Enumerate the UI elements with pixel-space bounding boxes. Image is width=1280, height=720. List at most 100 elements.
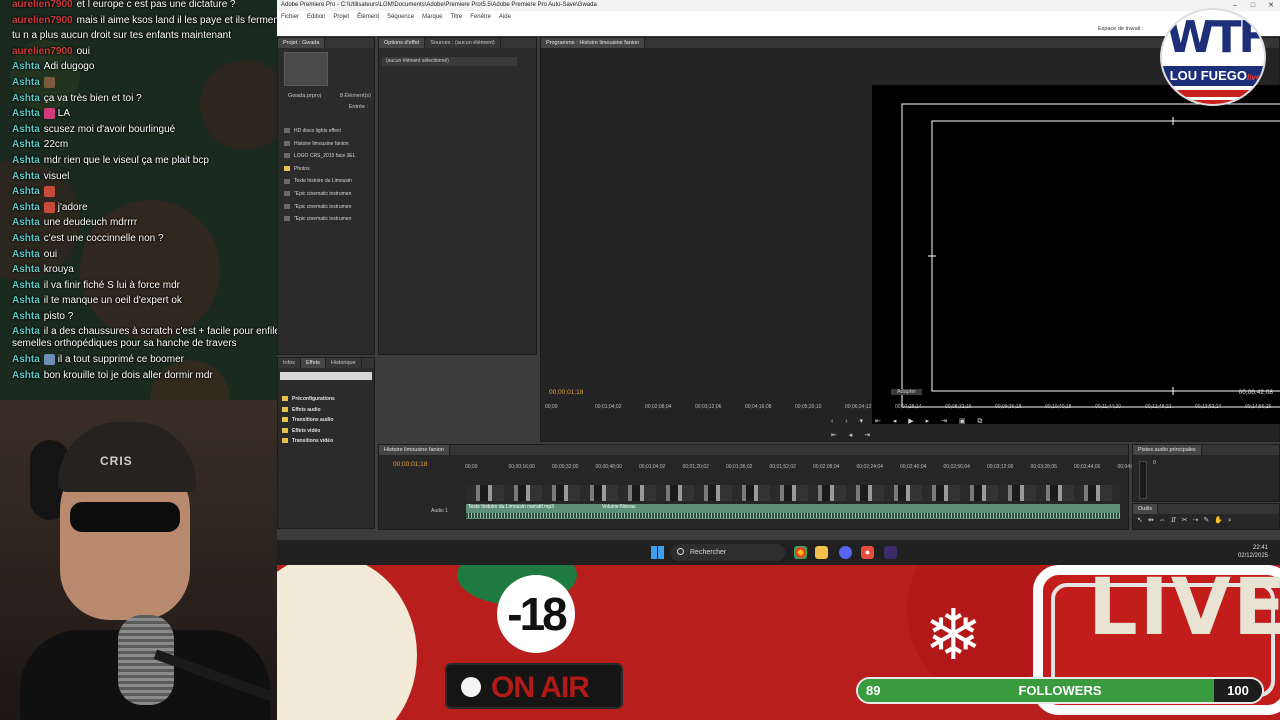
menu-item[interactable]: Marque (422, 11, 442, 23)
close-button[interactable]: ✕ (1262, 0, 1280, 11)
effects-folder[interactable]: Transitions vidéo (282, 438, 333, 444)
ruler-tick-label: 00;00;32;00 (552, 464, 579, 470)
chat-username[interactable]: Ashta (12, 155, 40, 166)
chat-username[interactable]: Ashta (12, 139, 40, 150)
project-item[interactable]: "Epic cinematic instrumen (284, 216, 351, 222)
ruler-tick-label: 00;03;12;06 (987, 464, 1014, 470)
program-timecode[interactable]: 00;00;01;18 (549, 389, 583, 396)
safe-margins (901, 103, 1280, 408)
file-explorer-icon[interactable] (815, 546, 828, 559)
panel-tab[interactable]: Options d'effet (379, 38, 426, 48)
chat-username[interactable]: Ashta (12, 295, 40, 306)
menu-item[interactable]: Fichier (281, 11, 299, 23)
panel-tab[interactable]: Infos (278, 358, 301, 368)
chrome-icon[interactable] (794, 546, 807, 559)
chat-username[interactable]: Ashta (12, 171, 40, 182)
tab-project[interactable]: Projet : Gwada (278, 38, 326, 48)
premiere-icon[interactable] (884, 546, 897, 559)
maximize-button[interactable]: □ (1244, 0, 1262, 11)
chat-username[interactable]: aurelien7900 (12, 46, 73, 57)
project-item[interactable]: Histoire limousine fanion (284, 141, 348, 147)
start-button-icon[interactable] (651, 546, 664, 559)
chat-username[interactable]: Ashta (12, 326, 40, 337)
video-track-clips[interactable] (466, 485, 1120, 501)
project-item[interactable]: LOGO CRS_2015 face 3EL (284, 153, 355, 159)
chat-username[interactable]: Ashta (12, 233, 40, 244)
ruler-tick-label: 00;02;56;04 (943, 464, 970, 470)
program-fit-select[interactable]: Adapter (891, 389, 923, 395)
snowflake-icon: ❄ (924, 596, 983, 674)
chat-username[interactable]: Ashta (12, 280, 40, 291)
project-item-label: Photos (294, 165, 310, 172)
project-item[interactable]: Photos (284, 166, 310, 172)
chat-username[interactable]: Ashta (12, 124, 40, 135)
chat-username[interactable]: Ashta (12, 354, 40, 365)
menu-item[interactable]: Séquence (387, 11, 414, 23)
chat-username[interactable]: Ashta (12, 370, 40, 381)
emote-icon (43, 185, 55, 197)
chat-username[interactable]: Ashta (12, 217, 40, 228)
chat-username[interactable]: Ashta (12, 311, 40, 322)
chat-message: Ashta (12, 75, 277, 91)
tab-program[interactable]: Programme : Histoire limousine fanion (541, 38, 646, 48)
chat-message: Ashta Adi dugogo (12, 59, 277, 75)
chat-username[interactable]: Ashta (12, 264, 40, 275)
menu-item[interactable]: Fenêtre (470, 11, 491, 23)
followers-goal-bar: 89 FOLLOWERS 100 (856, 677, 1264, 704)
discord-icon[interactable] (839, 546, 852, 559)
app-icon[interactable] (861, 546, 874, 559)
audio-clip[interactable]: Texte histoire du Limousin narratif.mp3 … (466, 504, 1120, 519)
chat-message: Ashta c'est une coccinnelle non ? (12, 231, 277, 247)
ruler-tick-label: 00;09;36;18 (995, 404, 1022, 410)
chat-username[interactable]: aurelien7900 (12, 15, 73, 26)
menu-item[interactable]: Edition (307, 11, 325, 23)
effects-folder[interactable]: Effets audio (282, 407, 321, 413)
effects-folder[interactable]: Transitions audio (282, 417, 333, 423)
ruler-tick-label: 00;10;40;18 (1045, 404, 1072, 410)
logo-top-text: WTF (1166, 12, 1266, 63)
audio-meter-zero: 0 (1153, 460, 1157, 466)
chat-text: LA (57, 108, 71, 120)
chat-username[interactable]: Ashta (12, 202, 40, 213)
panel-tab[interactable]: Effets (300, 358, 326, 368)
chat-username[interactable]: Ashta (12, 77, 40, 88)
sequence-timecode[interactable]: 00;00;01;18 (393, 461, 427, 468)
workspace-label[interactable]: Espace de travail : (1098, 23, 1143, 36)
chat-username[interactable]: aurelien7900 (12, 0, 73, 10)
tool-icons[interactable]: ↖⇹⇔⇵✂⇢✎✋⌕ (1137, 516, 1237, 525)
panel-tab[interactable]: Historique (326, 358, 362, 368)
effects-search-input[interactable] (280, 372, 372, 380)
project-item[interactable]: "Epic cinematic instrumen (284, 191, 351, 197)
menu-item[interactable]: Projet (333, 11, 349, 23)
premiere-window: Adobe Premiere Pro - C:\Utilisateurs\LGM… (277, 0, 1280, 540)
project-entry[interactable]: Entrée : (349, 104, 368, 110)
chat-username[interactable]: Ashta (12, 61, 40, 72)
tab-audio-master[interactable]: Pistes audio principales (1133, 445, 1202, 455)
chat-text: il va finir fiché S lui à force mdr (43, 279, 180, 291)
menu-item[interactable]: Aide (499, 11, 511, 23)
menu-item[interactable]: Titre (450, 11, 462, 23)
chat-message: aurelien7900 mais il aime ksos land il le… (12, 13, 277, 29)
chat-username[interactable]: Ashta (12, 249, 40, 260)
chat-text: oui (76, 45, 90, 57)
panel-tab[interactable]: Sources : (aucun élément) (425, 38, 501, 48)
effects-folder[interactable]: Effets vidéo (282, 428, 320, 434)
project-item[interactable]: "Epic cinematic instrumen (284, 204, 351, 210)
tab-tools[interactable]: Outils (1133, 504, 1159, 514)
logo-name-text: LOU FUEGO (1169, 68, 1247, 83)
chat-username[interactable]: Ashta (12, 108, 40, 119)
system-clock[interactable]: 22:41 02/12/2025 (1238, 544, 1268, 560)
project-item[interactable]: Texte histoire du Limousin (284, 178, 352, 184)
project-item[interactable]: HD disco lights effect (284, 128, 341, 134)
chat-username[interactable]: Ashta (12, 186, 40, 197)
chat-username[interactable]: Ashta (12, 93, 40, 104)
window-title-bar: Adobe Premiere Pro - C:\Utilisateurs\LGM… (277, 0, 1280, 11)
taskbar-search[interactable]: Rechercher (671, 544, 785, 561)
menu-item[interactable]: Élément (357, 11, 379, 23)
effects-folder[interactable]: Préconfigurations (282, 396, 335, 402)
transport-controls[interactable]: ‹ › ▾ ⇤ ◂ ▶ ▸ ⇥ ▣ ⧉ (831, 417, 987, 426)
project-file: Gwada.prproj (288, 93, 322, 99)
emote-icon (43, 108, 55, 120)
trim-controls[interactable]: ⇤ ◂ ⇥ (831, 431, 875, 439)
tab-sequence[interactable]: Histoire limousine fanion (379, 445, 450, 455)
